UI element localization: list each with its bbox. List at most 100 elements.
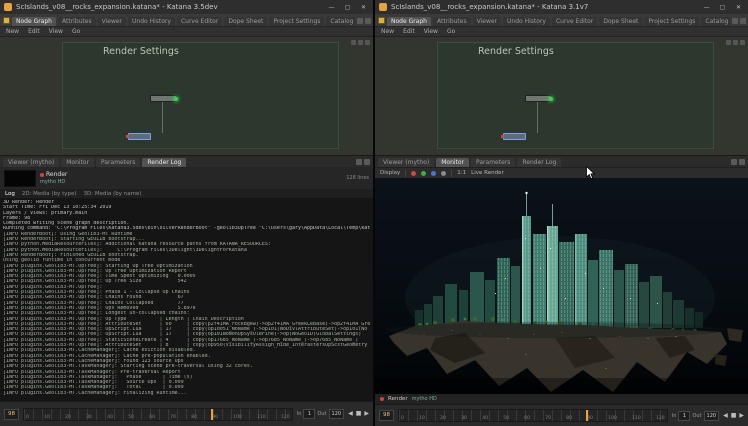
pane-split-icon[interactable] bbox=[356, 159, 362, 165]
menu-item[interactable]: View bbox=[424, 28, 438, 35]
record-dot-icon bbox=[380, 397, 384, 401]
tab-viewer[interactable]: Viewer (mytho) bbox=[3, 158, 59, 167]
pane-tab[interactable]: Node Graph bbox=[12, 17, 56, 26]
nodegraph-tool-icon[interactable] bbox=[733, 40, 738, 45]
maximize-button[interactable]: ▢ bbox=[340, 2, 355, 13]
backdrop-node[interactable]: Render Settings bbox=[437, 42, 714, 149]
nodegraph-tool-icon[interactable] bbox=[726, 40, 731, 45]
pane-tab[interactable]: Catalog bbox=[326, 17, 355, 26]
render-log-output[interactable]: 3D Render: RenderStart Time: Fri Dec 13 … bbox=[0, 198, 373, 401]
tick-label: 50 bbox=[128, 415, 134, 420]
nodegraph-tool-icon[interactable] bbox=[365, 40, 370, 45]
minimize-button[interactable]: — bbox=[324, 2, 339, 13]
menu-item[interactable]: Edit bbox=[403, 28, 415, 35]
play-button[interactable]: ▶ bbox=[739, 413, 744, 419]
nodegraph-tool-icon[interactable] bbox=[740, 40, 745, 45]
channel-alpha-icon[interactable] bbox=[441, 171, 446, 176]
current-frame-field[interactable]: 98 bbox=[4, 409, 19, 420]
current-frame-marker[interactable] bbox=[586, 410, 588, 421]
step-back-button[interactable]: ◀ bbox=[348, 411, 353, 417]
pane-tab[interactable]: Catalog bbox=[701, 17, 730, 26]
live-render-toggle[interactable]: Live Render bbox=[471, 170, 504, 176]
close-button[interactable]: ✕ bbox=[731, 2, 746, 13]
tab-monitor[interactable]: Monitor bbox=[436, 158, 469, 167]
pane-tab[interactable]: Node Graph bbox=[387, 17, 431, 26]
pane-tab[interactable]: Dope Sheet bbox=[599, 17, 642, 26]
render-thumbnail[interactable] bbox=[4, 170, 36, 187]
pane-tab[interactable]: Undo History bbox=[503, 17, 550, 26]
tick-label: 100 bbox=[608, 416, 617, 421]
tick-label: 80 bbox=[191, 415, 197, 420]
pane-split-icon[interactable] bbox=[357, 18, 363, 24]
pane-menu-icon[interactable] bbox=[365, 18, 371, 24]
timeline-ruler[interactable]: 0102030405060708090100110120 bbox=[398, 409, 668, 422]
minimize-button[interactable]: — bbox=[699, 2, 714, 13]
in-label: In bbox=[672, 413, 677, 419]
tab-viewer[interactable]: Viewer (mytho) bbox=[378, 158, 434, 167]
backdrop-node[interactable]: Render Settings bbox=[62, 42, 339, 149]
tick-label: 60 bbox=[524, 416, 530, 421]
pane-tab[interactable]: Attributes bbox=[433, 17, 471, 26]
toolbar-divider bbox=[451, 170, 452, 177]
display-menu[interactable]: Display bbox=[380, 170, 400, 176]
out-field[interactable]: 120 bbox=[329, 409, 345, 419]
titlebar[interactable]: ScIslands_v08__rocks_expansion.katana* -… bbox=[375, 0, 748, 14]
channel-red-icon[interactable] bbox=[411, 171, 416, 176]
step-back-button[interactable]: ◀ bbox=[723, 413, 728, 419]
selected-node[interactable] bbox=[503, 133, 526, 140]
pane-split-icon[interactable] bbox=[732, 18, 738, 24]
close-button[interactable]: ✕ bbox=[356, 2, 371, 13]
pane-menu-icon[interactable] bbox=[364, 159, 370, 165]
selected-node[interactable] bbox=[128, 133, 151, 140]
stop-button[interactable]: ■ bbox=[731, 413, 737, 419]
tab-parameters[interactable]: Parameters bbox=[471, 158, 515, 167]
menu-item[interactable]: Go bbox=[72, 28, 80, 35]
tab-render-log[interactable]: Render Log bbox=[142, 158, 186, 167]
pane-tab[interactable]: Project Settings bbox=[269, 17, 324, 26]
pane-tab[interactable]: Curve Editor bbox=[177, 17, 222, 26]
timeline-ruler[interactable]: 0102030405060708090100110120 bbox=[23, 408, 293, 421]
desktop: ScIslands_v08__rocks_expansion.katana* -… bbox=[0, 0, 748, 426]
titlebar[interactable]: ScIslands_v08__rocks_expansion.katana* -… bbox=[0, 0, 373, 14]
nodegraph-tool-icon[interactable] bbox=[351, 40, 356, 45]
pane-tab[interactable]: Project Settings bbox=[644, 17, 699, 26]
pane-tab[interactable]: Viewer bbox=[98, 17, 126, 26]
play-button[interactable]: ▶ bbox=[364, 411, 369, 417]
current-frame-marker[interactable] bbox=[211, 409, 213, 420]
log-subtab[interactable]: 3D: Media (by name) bbox=[84, 191, 142, 197]
pane-menu-icon[interactable] bbox=[740, 18, 746, 24]
node-graph-canvas[interactable]: Render Settings bbox=[375, 36, 748, 155]
maximize-button[interactable]: ▢ bbox=[715, 2, 730, 13]
tab-render-log[interactable]: Render Log bbox=[517, 158, 561, 167]
current-frame-field[interactable]: 98 bbox=[379, 410, 394, 421]
tab-parameters[interactable]: Parameters bbox=[96, 158, 140, 167]
pane-split-icon[interactable] bbox=[731, 159, 737, 165]
menu-item[interactable]: View bbox=[49, 28, 63, 35]
pane-tab[interactable]: Attributes bbox=[58, 17, 96, 26]
menu-item[interactable]: New bbox=[6, 28, 19, 35]
channel-blue-icon[interactable] bbox=[431, 171, 436, 176]
pane-menu-icon[interactable] bbox=[739, 159, 745, 165]
nodegraph-tool-icon[interactable] bbox=[358, 40, 363, 45]
menu-item[interactable]: Go bbox=[447, 28, 455, 35]
out-field[interactable]: 120 bbox=[704, 411, 720, 421]
log-subtab[interactable]: 2D: Media (by type) bbox=[22, 191, 77, 197]
menu-item[interactable]: New bbox=[381, 28, 394, 35]
render-node[interactable] bbox=[525, 95, 552, 102]
stop-button[interactable]: ■ bbox=[356, 411, 362, 417]
in-field[interactable]: 1 bbox=[678, 411, 690, 421]
pane-tab[interactable]: Dope Sheet bbox=[224, 17, 267, 26]
pane-tab[interactable]: Curve Editor bbox=[552, 17, 597, 26]
zoom-level[interactable]: 1:1 bbox=[457, 170, 466, 176]
in-field[interactable]: 1 bbox=[303, 409, 315, 419]
menu-item[interactable]: Edit bbox=[28, 28, 40, 35]
pane-tab[interactable]: Viewer bbox=[473, 17, 501, 26]
monitor-viewport[interactable] bbox=[375, 178, 748, 394]
node-graph-canvas[interactable]: Render Settings bbox=[0, 36, 373, 155]
tab-monitor[interactable]: Monitor bbox=[61, 158, 94, 167]
pane-tab[interactable]: Undo History bbox=[128, 17, 175, 26]
render-resolution: mytho HD bbox=[412, 396, 437, 402]
log-subtab[interactable]: Log bbox=[5, 191, 15, 197]
render-node[interactable] bbox=[150, 95, 177, 102]
channel-green-icon[interactable] bbox=[421, 171, 426, 176]
